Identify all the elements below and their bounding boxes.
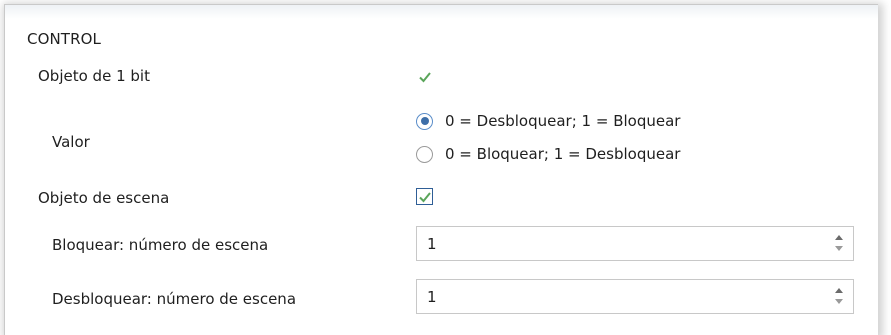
radio-unselected-icon[interactable] [416,145,433,163]
spinner-down-icon[interactable] [835,299,843,304]
value-label: Valor [52,133,90,151]
checkmark-icon [419,72,431,83]
spinner-up-icon[interactable] [835,235,843,240]
spinner-up-icon[interactable] [835,288,843,293]
radio-selected-icon[interactable] [416,112,433,130]
parameter-panel: CONTROL Objeto de 1 bit Valor 0 = Desblo… [4,4,878,335]
object-1bit-label: Objeto de 1 bit [38,67,150,85]
value-option-label: 0 = Desbloquear; 1 = Bloquear [445,112,681,130]
scene-object-checkbox[interactable] [416,188,433,205]
value-option-lock-unlock[interactable]: 0 = Bloquear; 1 = Desbloquear [416,145,680,163]
lock-scene-label: Bloquear: número de escena [52,236,269,254]
checkmark-icon [419,192,431,203]
unlock-scene-value[interactable]: 1 [427,288,437,306]
lock-scene-value[interactable]: 1 [427,235,437,253]
scene-object-label: Objeto de escena [38,189,170,207]
value-option-label: 0 = Bloquear; 1 = Desbloquear [445,145,681,163]
unlock-scene-input[interactable]: 1 [416,279,854,314]
value-option-unlock-lock[interactable]: 0 = Desbloquear; 1 = Bloquear [416,112,680,130]
section-title: CONTROL [27,30,101,48]
panel-top-shade [5,5,878,19]
object-1bit-checkbox[interactable] [416,68,433,85]
lock-scene-input[interactable]: 1 [416,226,854,261]
unlock-scene-label: Desbloquear: número de escena [52,290,297,308]
spinner-down-icon[interactable] [835,246,843,251]
